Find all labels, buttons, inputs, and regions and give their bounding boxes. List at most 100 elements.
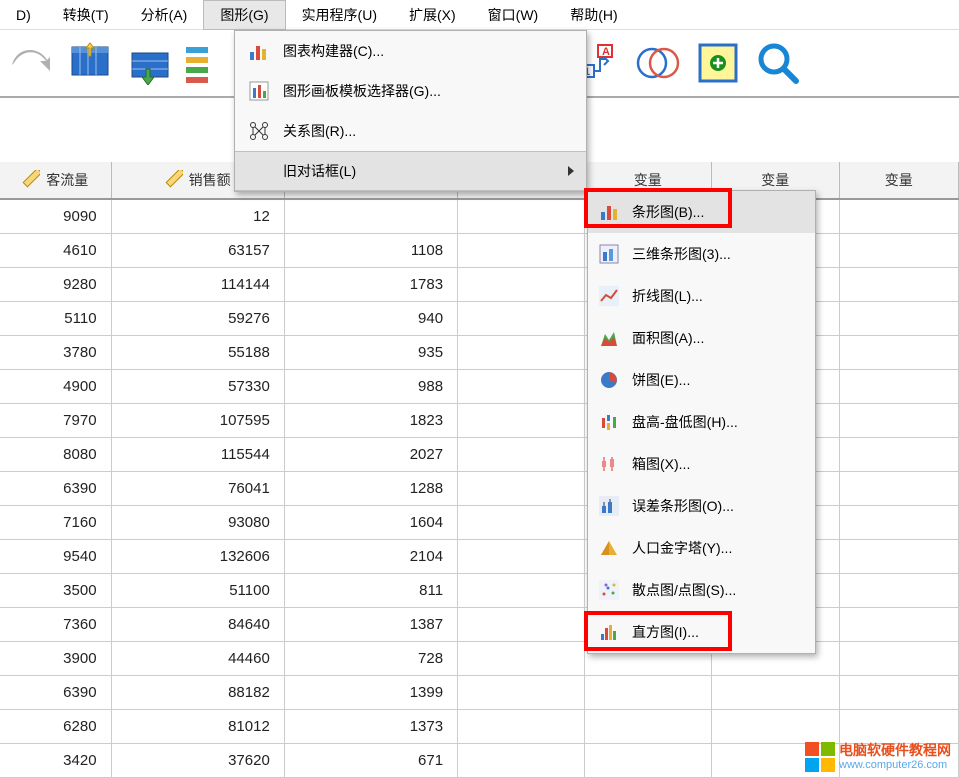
- table-cell[interactable]: [585, 710, 712, 743]
- table-cell[interactable]: [840, 676, 959, 709]
- histogram-item[interactable]: 直方图(I)...: [588, 611, 815, 653]
- goto-case-icon[interactable]: [62, 35, 118, 91]
- table-cell[interactable]: [458, 268, 584, 301]
- table-cell[interactable]: 935: [285, 336, 458, 369]
- menu-utilities[interactable]: 实用程序(U): [286, 1, 393, 29]
- menu-graphs[interactable]: 图形(G): [203, 0, 285, 30]
- table-cell[interactable]: 6280: [0, 710, 112, 743]
- 3d-bar-item[interactable]: 三维条形图(3)...: [588, 233, 815, 275]
- table-cell[interactable]: [712, 676, 839, 709]
- table-cell[interactable]: [840, 336, 959, 369]
- table-cell[interactable]: 8080: [0, 438, 112, 471]
- table-cell[interactable]: 2104: [285, 540, 458, 573]
- table-cell[interactable]: [840, 268, 959, 301]
- table-cell[interactable]: 811: [285, 574, 458, 607]
- menu-d[interactable]: D): [0, 3, 47, 27]
- menu-extensions[interactable]: 扩展(X): [393, 1, 472, 29]
- table-cell[interactable]: [840, 370, 959, 403]
- table-cell[interactable]: 81012: [112, 710, 285, 743]
- bar-chart-item[interactable]: 条形图(B)...: [588, 191, 815, 233]
- area-chart-item[interactable]: 面积图(A)...: [588, 317, 815, 359]
- table-cell[interactable]: 671: [285, 744, 458, 777]
- new-variable-icon[interactable]: [690, 35, 746, 91]
- table-cell[interactable]: [458, 540, 584, 573]
- table-cell[interactable]: 63157: [112, 234, 285, 267]
- table-cell[interactable]: 2027: [285, 438, 458, 471]
- table-cell[interactable]: [458, 574, 584, 607]
- chart-builder-item[interactable]: 图表构建器(C)...: [235, 31, 586, 71]
- high-low-item[interactable]: 盘高-盘低图(H)...: [588, 401, 815, 443]
- table-cell[interactable]: 1108: [285, 234, 458, 267]
- table-cell[interactable]: [840, 608, 959, 641]
- find-icon[interactable]: [750, 35, 806, 91]
- table-cell[interactable]: [458, 506, 584, 539]
- table-cell[interactable]: 6390: [0, 676, 112, 709]
- table-cell[interactable]: [840, 472, 959, 505]
- table-cell[interactable]: [458, 608, 584, 641]
- table-cell[interactable]: [840, 404, 959, 437]
- error-bar-item[interactable]: 误差条形图(O)...: [588, 485, 815, 527]
- table-cell[interactable]: [840, 438, 959, 471]
- table-cell[interactable]: 84640: [112, 608, 285, 641]
- table-cell[interactable]: 7970: [0, 404, 112, 437]
- table-cell[interactable]: 55188: [112, 336, 285, 369]
- table-cell[interactable]: 3420: [0, 744, 112, 777]
- table-cell[interactable]: [458, 642, 584, 675]
- pyramid-item[interactable]: 人口金字塔(Y)...: [588, 527, 815, 569]
- select-cases-icon[interactable]: [630, 35, 686, 91]
- table-cell[interactable]: [458, 472, 584, 505]
- table-cell[interactable]: [585, 744, 712, 777]
- menu-help[interactable]: 帮助(H): [554, 1, 633, 29]
- table-cell[interactable]: [840, 642, 959, 675]
- relationship-item[interactable]: 关系图(R)...: [235, 111, 586, 151]
- col-header-var4[interactable]: 变量: [840, 162, 959, 198]
- table-cell[interactable]: 9280: [0, 268, 112, 301]
- table-cell[interactable]: 132606: [112, 540, 285, 573]
- table-cell[interactable]: 7160: [0, 506, 112, 539]
- table-cell[interactable]: [458, 404, 584, 437]
- table-cell[interactable]: 76041: [112, 472, 285, 505]
- table-cell[interactable]: [840, 710, 959, 743]
- menu-analyze[interactable]: 分析(A): [125, 1, 204, 29]
- table-cell[interactable]: [458, 370, 584, 403]
- table-cell[interactable]: 51100: [112, 574, 285, 607]
- table-cell[interactable]: 93080: [112, 506, 285, 539]
- table-cell[interactable]: 4900: [0, 370, 112, 403]
- graphboard-template-item[interactable]: 图形画板模板选择器(G)...: [235, 71, 586, 111]
- table-cell[interactable]: [458, 200, 584, 233]
- table-cell[interactable]: 107595: [112, 404, 285, 437]
- redo-icon[interactable]: [2, 35, 58, 91]
- table-cell[interactable]: 3500: [0, 574, 112, 607]
- table-cell[interactable]: [712, 710, 839, 743]
- menu-transform[interactable]: 转换(T): [47, 1, 125, 29]
- table-cell[interactable]: 37620: [112, 744, 285, 777]
- table-cell[interactable]: 3900: [0, 642, 112, 675]
- table-cell[interactable]: 115544: [112, 438, 285, 471]
- table-cell[interactable]: [458, 438, 584, 471]
- table-cell[interactable]: [458, 710, 584, 743]
- table-cell[interactable]: 728: [285, 642, 458, 675]
- table-cell[interactable]: 88182: [112, 676, 285, 709]
- table-cell[interactable]: [458, 744, 584, 777]
- boxplot-item[interactable]: 箱图(X)...: [588, 443, 815, 485]
- table-cell[interactable]: [585, 676, 712, 709]
- line-chart-item[interactable]: 折线图(L)...: [588, 275, 815, 317]
- table-cell[interactable]: 7360: [0, 608, 112, 641]
- table-cell[interactable]: [458, 302, 584, 335]
- table-cell[interactable]: [458, 336, 584, 369]
- table-cell[interactable]: 5110: [0, 302, 112, 335]
- goto-variable-icon[interactable]: [122, 35, 178, 91]
- legacy-dialogs-item[interactable]: 旧对话框(L): [235, 151, 586, 191]
- table-cell[interactable]: 12: [112, 200, 285, 233]
- pie-chart-item[interactable]: 饼图(E)...: [588, 359, 815, 401]
- table-cell[interactable]: 9090: [0, 200, 112, 233]
- table-cell[interactable]: [458, 234, 584, 267]
- table-cell[interactable]: [840, 302, 959, 335]
- table-cell[interactable]: [840, 200, 959, 233]
- table-cell[interactable]: 1399: [285, 676, 458, 709]
- table-cell[interactable]: [285, 200, 458, 233]
- doc-align-icon[interactable]: [182, 35, 212, 91]
- table-cell[interactable]: 44460: [112, 642, 285, 675]
- table-cell[interactable]: 940: [285, 302, 458, 335]
- table-cell[interactable]: 988: [285, 370, 458, 403]
